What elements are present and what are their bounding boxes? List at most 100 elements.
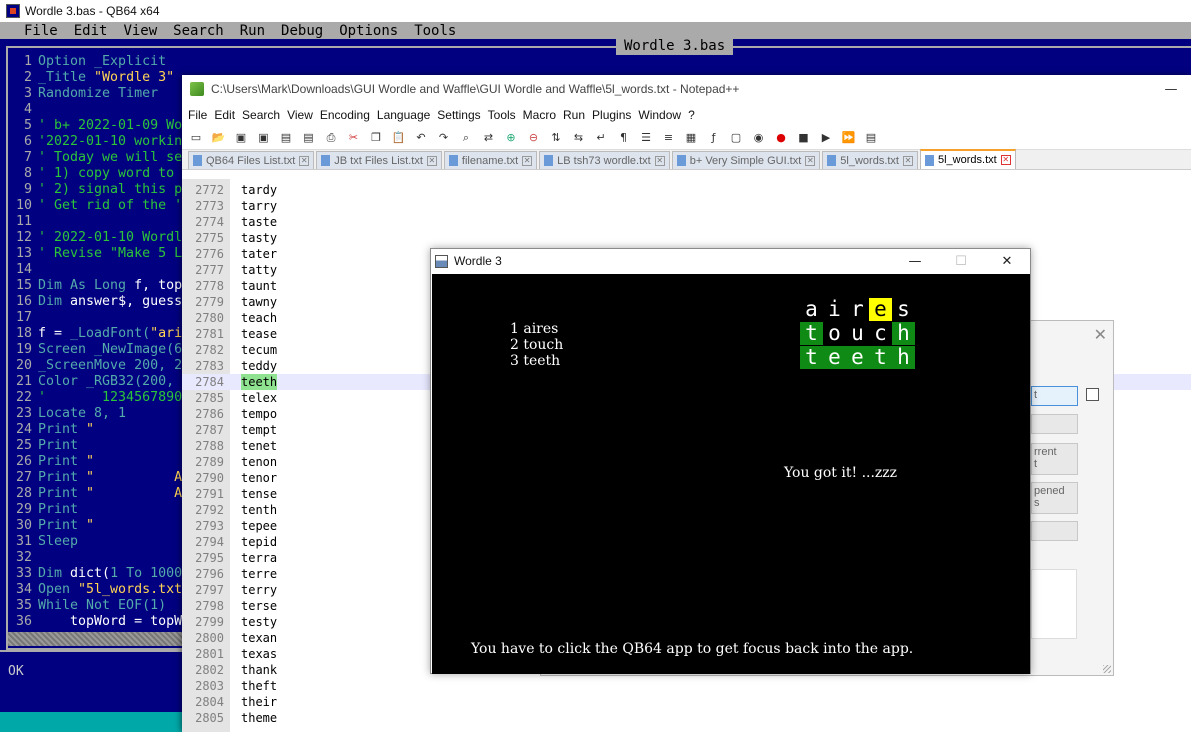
save-icon[interactable]: ▣ — [233, 130, 249, 146]
tab-close-icon[interactable]: ✕ — [522, 155, 533, 166]
dialog-list-panel[interactable] — [1031, 569, 1077, 639]
code-line[interactable]: 31 Sleep — [8, 534, 188, 550]
code-line[interactable]: 34 Open "5l_words.txt — [8, 582, 188, 598]
func-list-icon[interactable]: ƒ — [706, 130, 722, 146]
code-line[interactable]: 25 Print — [8, 438, 188, 454]
play-multi-icon[interactable]: ⏩ — [841, 130, 857, 146]
record-icon[interactable]: ● — [773, 130, 789, 146]
close-icon[interactable]: ✕ — [1094, 325, 1107, 344]
lang-icon[interactable]: ≡ — [661, 130, 677, 146]
npp-text-line[interactable]: 2774 taste — [182, 214, 1191, 230]
zoom-out-icon[interactable]: ⊖ — [526, 130, 542, 146]
npp-menu-item[interactable]: Search — [242, 108, 280, 122]
npp-menu-item[interactable]: File — [188, 108, 207, 122]
sync-v-icon[interactable]: ⇅ — [548, 130, 564, 146]
npp-text-line[interactable]: 2772 tardy — [182, 182, 1191, 198]
tab-close-icon[interactable]: ✕ — [426, 155, 437, 166]
sync-h-icon[interactable]: ⇆ — [571, 130, 587, 146]
code-line[interactable]: 20 _ScreenMove 200, 2 — [8, 358, 188, 374]
dialog-button-1[interactable]: t — [1031, 386, 1078, 406]
code-line[interactable]: 18 f = _LoadFont("ari — [8, 326, 188, 342]
npp-menu-item[interactable]: ? — [688, 108, 695, 122]
replace-icon[interactable]: ⇄ — [481, 130, 497, 146]
play-icon[interactable]: ▶ — [818, 130, 834, 146]
resize-grip-icon[interactable] — [1103, 665, 1111, 673]
code-line[interactable]: 1 Option _Explicit — [8, 54, 188, 70]
code-line[interactable]: 10 ' Get rid of the ' — [8, 198, 188, 214]
code-line[interactable]: 15 Dim As Long f, top — [8, 278, 188, 294]
close-all-icon[interactable]: ▤ — [301, 130, 317, 146]
wordle-game-canvas[interactable]: 1 aires 2 touch 3 teeth airestouchteeth … — [432, 274, 1030, 674]
npp-text-line[interactable]: 2773 tarry — [182, 198, 1191, 214]
dialog-button-opened[interactable]: pened s — [1031, 482, 1078, 514]
tab-close-icon[interactable]: ✕ — [1000, 155, 1011, 165]
npp-text-line[interactable]: 2804 their — [182, 694, 1191, 710]
code-line[interactable]: 9 ' 2) signal this p — [8, 182, 188, 198]
qb64-menu-file[interactable]: File — [24, 23, 58, 39]
npp-file-tab[interactable]: LB tsh73 wordle.txt ✕ — [539, 151, 670, 169]
code-line[interactable]: 28 Print " A — [8, 486, 188, 502]
paste-icon[interactable]: 📋 — [391, 130, 407, 146]
tab-close-icon[interactable]: ✕ — [299, 155, 310, 166]
qb64-menu-tools[interactable]: Tools — [414, 23, 456, 39]
all-chars-icon[interactable]: ¶ — [616, 130, 632, 146]
code-line[interactable]: 12 ' 2022-01-10 Wordl — [8, 230, 188, 246]
code-line[interactable]: 29 Print — [8, 502, 188, 518]
doc-map-icon[interactable]: ▦ — [683, 130, 699, 146]
new-icon[interactable]: ▭ — [188, 130, 204, 146]
find-icon[interactable]: ⌕ — [458, 130, 474, 146]
save-all-icon[interactable]: ▣ — [256, 130, 272, 146]
tab-close-icon[interactable]: ✕ — [654, 155, 665, 166]
tab-close-icon[interactable]: ✕ — [805, 155, 816, 166]
wrap-icon[interactable]: ↵ — [593, 130, 609, 146]
zoom-in-icon[interactable]: ⊕ — [503, 130, 519, 146]
npp-file-tab[interactable]: b+ Very Simple GUI.txt ✕ — [671, 151, 821, 169]
qb64-horizontal-scrollbar[interactable] — [8, 632, 186, 646]
code-line[interactable]: 24 Print " — [8, 422, 188, 438]
stop-icon[interactable]: ■ — [796, 130, 812, 146]
npp-menu-item[interactable]: Settings — [437, 108, 480, 122]
tab-close-icon[interactable]: ✕ — [903, 155, 913, 166]
npp-text-line[interactable]: 2805 theme — [182, 710, 1191, 726]
indent-guide-icon[interactable]: ☰ — [638, 130, 654, 146]
copy-icon[interactable]: ❐ — [368, 130, 384, 146]
npp-menu-item[interactable]: Macro — [523, 108, 556, 122]
close-icon[interactable]: ✕ — [984, 254, 1030, 269]
npp-file-tab[interactable]: JB txt Files List.txt ✕ — [316, 151, 442, 169]
code-line[interactable]: 30 Print " — [8, 518, 188, 534]
dialog-checkbox[interactable] — [1086, 388, 1099, 401]
qb64-menu-search[interactable]: Search — [173, 23, 224, 39]
redo-icon[interactable]: ↷ — [436, 130, 452, 146]
code-line[interactable]: 33 Dim dict(1 To 1000 — [8, 566, 188, 582]
code-line[interactable]: 4 — [8, 102, 188, 118]
npp-menu-item[interactable]: Encoding — [320, 108, 370, 122]
npp-text-line[interactable]: 2775 tasty — [182, 230, 1191, 246]
dialog-button-5[interactable] — [1031, 521, 1078, 541]
open-icon[interactable]: 📂 — [211, 130, 227, 146]
code-line[interactable]: 19 Screen _NewImage(6 — [8, 342, 188, 358]
qb64-titlebar[interactable]: Wordle 3.bas - QB64 x64 — [0, 0, 1191, 22]
wordle-titlebar[interactable]: Wordle 3 — ☐ ✕ — [431, 249, 1030, 273]
npp-menu-item[interactable]: Edit — [214, 108, 235, 122]
npp-menu-item[interactable]: Tools — [488, 108, 516, 122]
code-line[interactable]: 8 ' 1) copy word to — [8, 166, 188, 182]
code-line[interactable]: 3 Randomize Timer — [8, 86, 188, 102]
npp-file-tab[interactable]: QB64 Files List.txt ✕ — [188, 151, 315, 169]
npp-titlebar[interactable]: C:\Users\Mark\Downloads\GUI Wordle and W… — [182, 75, 1191, 103]
code-line[interactable]: 13 ' Revise "Make 5 L — [8, 246, 188, 262]
code-line[interactable]: 22 ' 12345678901 — [8, 390, 188, 406]
npp-file-tab[interactable]: 5l_words.txt ✕ — [920, 149, 1016, 169]
code-line[interactable]: 14 — [8, 262, 188, 278]
qb64-menu-view[interactable]: View — [123, 23, 157, 39]
code-line[interactable]: 35 While Not EOF(1) — [8, 598, 188, 614]
npp-file-tab[interactable]: filename.txt ✕ — [443, 151, 538, 169]
qb64-menu-debug[interactable]: Debug — [281, 23, 323, 39]
qb64-menu-options[interactable]: Options — [339, 23, 398, 39]
save-macro-icon[interactable]: ▤ — [863, 130, 879, 146]
code-line[interactable]: 16 Dim answer$, guess — [8, 294, 188, 310]
code-line[interactable]: 36 topWord = topW — [8, 614, 188, 630]
code-line[interactable]: 32 — [8, 550, 188, 566]
close-icon[interactable]: ▤ — [278, 130, 294, 146]
qb64-code-editor[interactable]: 1 Option _Explicit 2 _Title "Wordle 3" 3 Rand… — [8, 54, 188, 630]
dialog-button-current[interactable]: rrent t — [1031, 443, 1078, 475]
